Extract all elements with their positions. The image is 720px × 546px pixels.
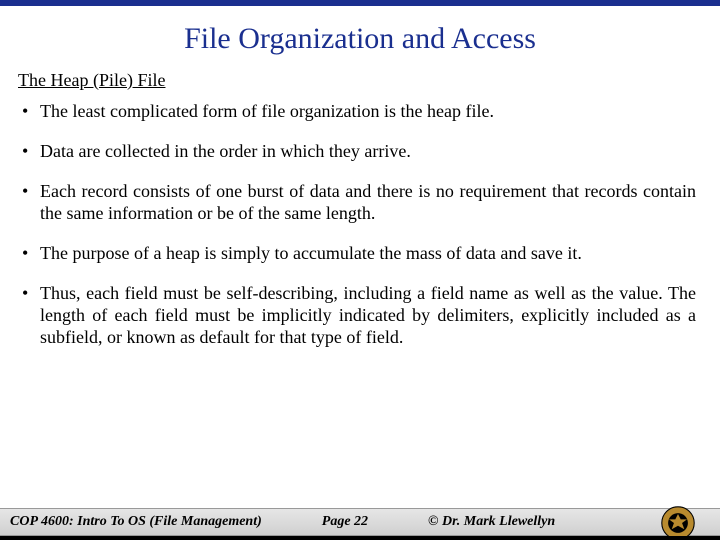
list-item: The purpose of a heap is simply to accum…	[18, 243, 696, 265]
bottom-black-bar	[0, 536, 720, 540]
section-heading: The Heap (Pile) File	[18, 70, 696, 91]
footer-course: COP 4600: Intro To OS (File Management)	[10, 514, 262, 530]
bullet-list: The least complicated form of file organ…	[18, 101, 696, 349]
footer-page: Page 22	[322, 514, 368, 530]
list-item: The least complicated form of file organ…	[18, 101, 696, 123]
list-item: Each record consists of one burst of dat…	[18, 181, 696, 225]
footer-copyright: © Dr. Mark Llewellyn	[428, 514, 555, 530]
slide-content: The Heap (Pile) File The least complicat…	[0, 70, 720, 349]
slide-footer: COP 4600: Intro To OS (File Management) …	[0, 508, 720, 536]
list-item: Data are collected in the order in which…	[18, 141, 696, 163]
list-item: Thus, each field must be self-describing…	[18, 283, 696, 349]
slide-title: File Organization and Access	[0, 6, 720, 70]
